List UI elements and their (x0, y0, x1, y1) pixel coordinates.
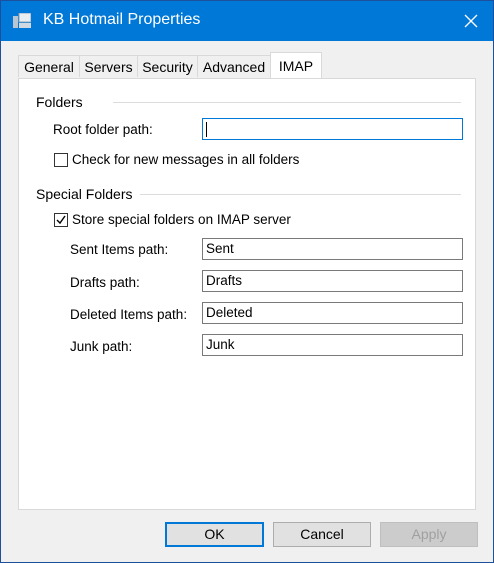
deleted-items-label: Deleted Items path: (70, 307, 188, 322)
folders-separator (113, 102, 461, 103)
properties-dialog: KB Hotmail Properties General Servers Se… (0, 0, 494, 563)
store-special-folders-label[interactable]: Store special folders on IMAP server (72, 212, 291, 227)
store-special-folders-checkbox[interactable] (54, 213, 68, 227)
special-folders-separator (140, 194, 461, 195)
tab-servers[interactable]: Servers (79, 55, 138, 77)
tab-imap[interactable]: IMAP (270, 52, 322, 78)
deleted-items-input[interactable]: Deleted (202, 302, 463, 324)
junk-input[interactable]: Junk (202, 334, 463, 356)
text-caret (206, 122, 207, 137)
root-folder-label: Root folder path: (53, 122, 153, 137)
check-all-folders-checkbox[interactable] (54, 153, 68, 167)
close-icon (464, 14, 478, 28)
tab-advanced[interactable]: Advanced (197, 55, 271, 77)
title-bar[interactable]: KB Hotmail Properties (1, 1, 493, 41)
close-button[interactable] (459, 10, 483, 32)
drafts-input[interactable]: Drafts (202, 270, 463, 292)
tab-general[interactable]: General (18, 55, 80, 77)
tab-security[interactable]: Security (137, 55, 198, 77)
root-folder-input[interactable] (202, 118, 463, 140)
junk-label: Junk path: (70, 339, 133, 354)
special-folders-section-title: Special Folders (36, 186, 133, 202)
sent-items-input[interactable]: Sent (202, 238, 463, 260)
imap-tab-panel: Folders Root folder path: Check for new … (18, 78, 476, 510)
sent-items-label: Sent Items path: (70, 242, 169, 257)
cancel-button[interactable]: Cancel (273, 522, 371, 547)
mailbox-properties-icon (13, 12, 32, 29)
window-title: KB Hotmail Properties (43, 11, 201, 28)
drafts-label: Drafts path: (70, 275, 140, 290)
check-all-folders-label[interactable]: Check for new messages in all folders (72, 152, 299, 167)
ok-button[interactable]: OK (165, 522, 264, 547)
apply-button[interactable]: Apply (380, 522, 478, 547)
checkmark-icon (56, 215, 66, 225)
folders-section-title: Folders (36, 94, 83, 110)
